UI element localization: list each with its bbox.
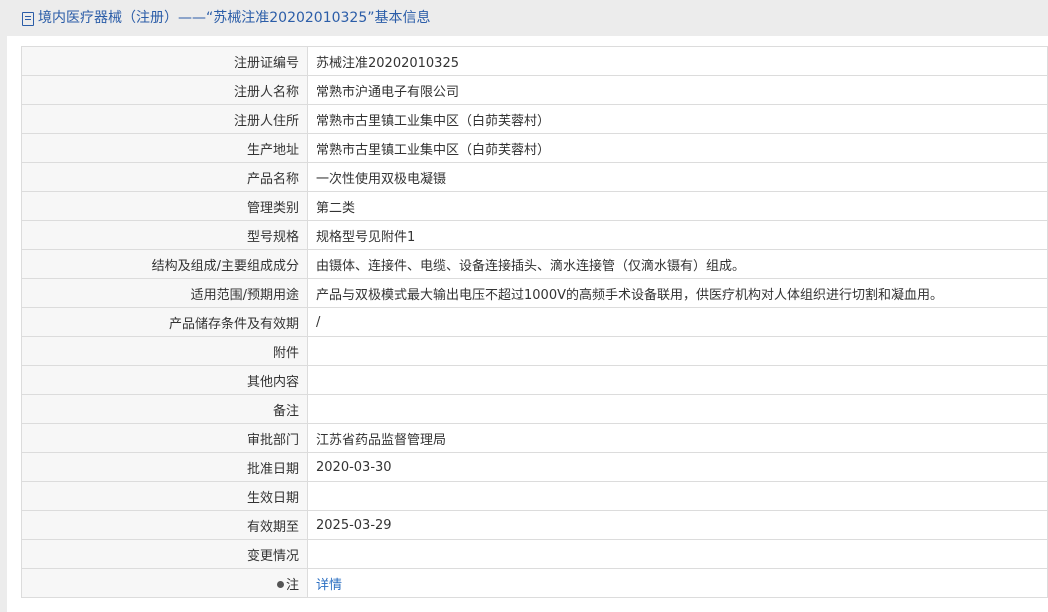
table-row: 注册人名称 常熟市沪通电子有限公司 (21, 75, 1048, 105)
row-label: 型号规格 (21, 220, 308, 250)
table-row: 产品储存条件及有效期 / (21, 307, 1048, 337)
row-label: 生产地址 (21, 133, 308, 163)
table-row: 管理类别 第二类 (21, 191, 1048, 221)
row-value (307, 539, 1048, 569)
row-value: 常熟市古里镇工业集中区（白茆芙蓉村） (307, 104, 1048, 134)
row-label: 适用范围/预期用途 (21, 278, 308, 308)
row-label: 有效期至 (21, 510, 308, 540)
row-value: 江苏省药品监督管理局 (307, 423, 1048, 453)
row-value (307, 394, 1048, 424)
info-table: 注册证编号 苏械注准20202010325 注册人名称 常熟市沪通电子有限公司 注册人住… (21, 46, 1048, 598)
row-label: 注 (21, 568, 308, 598)
row-label: 附件 (21, 336, 308, 366)
row-value: 由镊体、连接件、电缆、设备连接插头、滴水连接管（仅滴水镊有）组成。 (307, 249, 1048, 279)
pin-icon (276, 580, 284, 588)
row-label: 批准日期 (21, 452, 308, 482)
row-value (307, 336, 1048, 366)
info-panel: 注册证编号 苏械注准20202010325 注册人名称 常熟市沪通电子有限公司 注册人住… (7, 36, 1048, 612)
row-label: 备注 (21, 394, 308, 424)
row-label: 注册人住所 (21, 104, 308, 134)
row-value: 常熟市沪通电子有限公司 (307, 75, 1048, 105)
table-row: 生效日期 (21, 481, 1048, 511)
table-row: 注册人住所 常熟市古里镇工业集中区（白茆芙蓉村） (21, 104, 1048, 134)
page-header: 境内医疗器械（注册）——“苏械注准20202010325”基本信息 (0, 0, 1048, 36)
document-icon (22, 12, 34, 26)
table-row: 附件 (21, 336, 1048, 366)
details-link[interactable]: 详情 (316, 578, 342, 593)
row-value: 一次性使用双极电凝镊 (307, 162, 1048, 192)
table-row: 产品名称 一次性使用双极电凝镊 (21, 162, 1048, 192)
row-value: 规格型号见附件1 (307, 220, 1048, 250)
table-row: 变更情况 (21, 539, 1048, 569)
table-row: 其他内容 (21, 365, 1048, 395)
table-row: 有效期至 2025-03-29 (21, 510, 1048, 540)
row-value (307, 481, 1048, 511)
row-value: 产品与双极模式最大输出电压不超过1000V的高频手术设备联用，供医疗机构对人体组… (307, 278, 1048, 308)
row-value: 2020-03-30 (307, 452, 1048, 482)
table-row: 生产地址 常熟市古里镇工业集中区（白茆芙蓉村） (21, 133, 1048, 163)
page-title: 境内医疗器械（注册）——“苏械注准20202010325”基本信息 (38, 10, 431, 26)
row-label: 生效日期 (21, 481, 308, 511)
table-row: 适用范围/预期用途 产品与双极模式最大输出电压不超过1000V的高频手术设备联用，… (21, 278, 1048, 308)
table-row: 型号规格 规格型号见附件1 (21, 220, 1048, 250)
row-label: 管理类别 (21, 191, 308, 221)
row-label: 产品储存条件及有效期 (21, 307, 308, 337)
row-label: 审批部门 (21, 423, 308, 453)
table-row: 注册证编号 苏械注准20202010325 (21, 46, 1048, 76)
row-value: 苏械注准20202010325 (307, 46, 1048, 76)
row-value: 第二类 (307, 191, 1048, 221)
row-label: 其他内容 (21, 365, 308, 395)
table-row: 备注 (21, 394, 1048, 424)
row-value: 详情 (307, 568, 1048, 598)
row-label: 变更情况 (21, 539, 308, 569)
row-value: 2025-03-29 (307, 510, 1048, 540)
row-value: 常熟市古里镇工业集中区（白茆芙蓉村） (307, 133, 1048, 163)
row-value (307, 365, 1048, 395)
row-label: 注册人名称 (21, 75, 308, 105)
table-row: 注 详情 (21, 568, 1048, 598)
row-label: 注册证编号 (21, 46, 308, 76)
note-label: 注 (285, 577, 299, 593)
row-label: 结构及组成/主要组成成分 (21, 249, 308, 279)
table-row: 审批部门 江苏省药品监督管理局 (21, 423, 1048, 453)
table-row: 结构及组成/主要组成成分 由镊体、连接件、电缆、设备连接插头、滴水连接管（仅滴水镊… (21, 249, 1048, 279)
table-row: 批准日期 2020-03-30 (21, 452, 1048, 482)
row-value: / (307, 307, 1048, 337)
row-label: 产品名称 (21, 162, 308, 192)
